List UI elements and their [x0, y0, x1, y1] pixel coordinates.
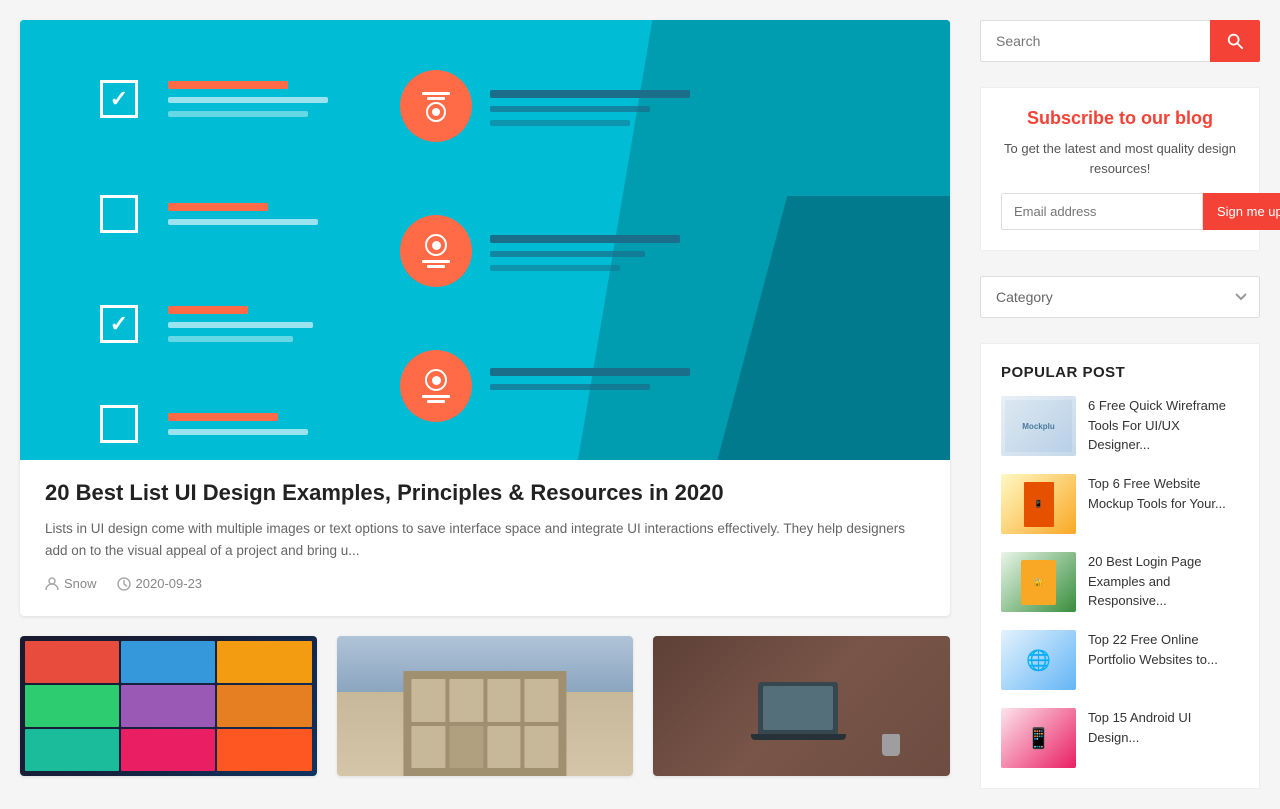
category-select[interactable]: Category UI Design UX Design Mockup Tool… [980, 276, 1260, 318]
post-author: Snow [45, 576, 97, 591]
featured-post: ✓ [20, 20, 950, 616]
grid-posts [20, 636, 950, 776]
grid-post-1[interactable] [20, 636, 317, 776]
subscribe-form: Sign me up [1001, 193, 1239, 230]
page-wrapper: ✓ [0, 0, 1280, 809]
post-meta: Snow 2020-09-23 [45, 576, 925, 591]
subscribe-box: Subscribe to our blog To get the latest … [980, 87, 1260, 251]
email-input[interactable] [1001, 193, 1203, 230]
clock-icon [117, 577, 131, 591]
popular-thumb-2: 📱 [1001, 474, 1076, 534]
search-button[interactable] [1210, 20, 1260, 62]
post-date: 2020-09-23 [117, 576, 203, 591]
search-input[interactable] [980, 20, 1210, 62]
main-content: ✓ [20, 20, 950, 789]
popular-post-item-1[interactable]: Mockplu 6 Free Quick Wireframe Tools For… [1001, 396, 1239, 456]
sidebar: Subscribe to our blog To get the latest … [980, 20, 1260, 789]
featured-post-excerpt: Lists in UI design come with multiple im… [45, 518, 925, 561]
popular-post-item-4[interactable]: 🌐 Top 22 Free Online Portfolio Websites … [1001, 630, 1239, 690]
popular-post-title-5: Top 15 Android UI Design... [1088, 708, 1239, 747]
author-icon [45, 577, 59, 591]
featured-post-title[interactable]: 20 Best List UI Design Examples, Princip… [45, 480, 925, 506]
subscribe-desc: To get the latest and most quality desig… [1001, 139, 1239, 178]
popular-thumb-5: 📱 [1001, 708, 1076, 768]
featured-image: ✓ [20, 20, 950, 460]
popular-post-item-5[interactable]: 📱 Top 15 Android UI Design... [1001, 708, 1239, 768]
popular-post-item-3[interactable]: 🔐 20 Best Login Page Examples and Respon… [1001, 552, 1239, 612]
popular-posts-section: POPULAR POST Mockplu 6 Free Quick Wirefr… [980, 343, 1260, 789]
popular-thumb-3: 🔐 [1001, 552, 1076, 612]
popular-post-title-2: Top 6 Free Website Mockup Tools for Your… [1088, 474, 1239, 513]
popular-thumb-4: 🌐 [1001, 630, 1076, 690]
subscribe-title: Subscribe to our blog [1001, 108, 1239, 129]
popular-posts-title: POPULAR POST [1001, 364, 1239, 381]
popular-post-title-3: 20 Best Login Page Examples and Responsi… [1088, 552, 1239, 611]
popular-post-title-4: Top 22 Free Online Portfolio Websites to… [1088, 630, 1239, 669]
hero-illustration: ✓ [20, 20, 950, 460]
search-box [980, 20, 1260, 62]
featured-post-body: 20 Best List UI Design Examples, Princip… [20, 460, 950, 616]
grid-post-3[interactable] [653, 636, 950, 776]
search-icon [1226, 32, 1244, 50]
popular-post-title-1: 6 Free Quick Wireframe Tools For UI/UX D… [1088, 396, 1239, 455]
signup-button[interactable]: Sign me up [1203, 193, 1280, 230]
grid-post-2[interactable] [337, 636, 634, 776]
popular-post-item-2[interactable]: 📱 Top 6 Free Website Mockup Tools for Yo… [1001, 474, 1239, 534]
popular-thumb-1: Mockplu [1001, 396, 1076, 456]
